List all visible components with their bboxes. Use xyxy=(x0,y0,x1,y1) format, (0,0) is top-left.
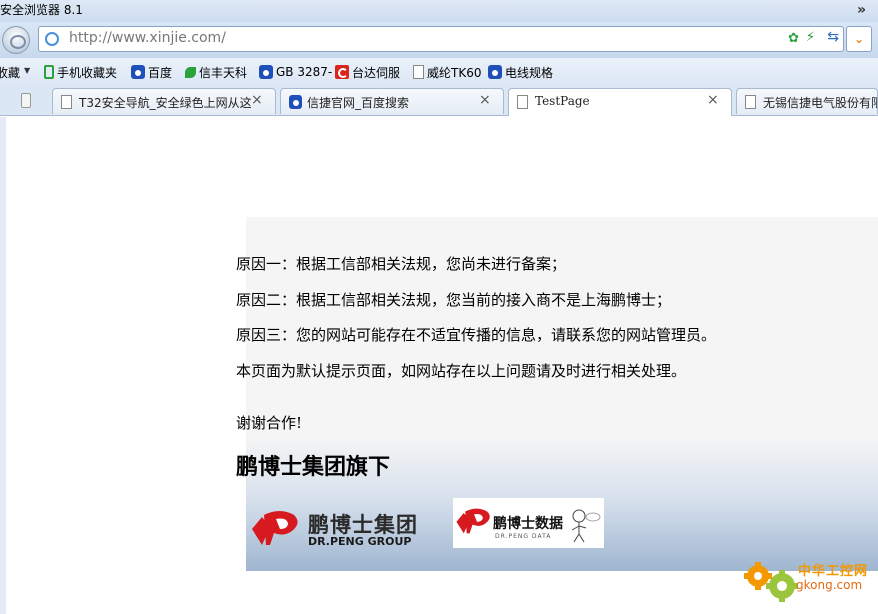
reason-two: 原因二：根据工信部相关法规，您当前的接入商不是上海鹏博士； xyxy=(236,291,672,309)
favorite-item[interactable]: 百度 xyxy=(131,64,172,80)
gear-icon xyxy=(744,562,798,602)
tab-xinje-baidu-search[interactable]: 信捷官网_百度搜索 × xyxy=(280,88,504,114)
gkong-watermark: 中华工控网 gkong.com xyxy=(742,556,872,606)
drpeng-data-logo: 鹏博士数据 DR.PENG DATA xyxy=(453,498,604,548)
tab-close-icon[interactable]: × xyxy=(479,92,491,108)
reason-three: 原因三：您的网站可能存在不适宜传播的信息，请联系您的网站管理员。 xyxy=(236,326,717,344)
reason-one: 原因一：根据工信部相关法规，您尚未进行备案； xyxy=(236,255,567,273)
overflow-chevron-icon[interactable]: » xyxy=(857,0,866,20)
watermark-name: 中华工控网 xyxy=(798,564,869,579)
tab-xinje-electric[interactable]: 无锡信捷电气股份有限 xyxy=(736,88,878,114)
speed-mode-icon[interactable]: ⚡ xyxy=(806,30,815,45)
phone-icon xyxy=(44,65,54,79)
c-logo-icon xyxy=(335,65,349,79)
favorite-item[interactable]: 手机收藏夹 xyxy=(44,64,117,80)
favorites-menu-label: 收藏 xyxy=(0,65,21,80)
favorites-dropdown-icon[interactable]: ▼ xyxy=(24,66,30,75)
drpeng-group-sub: DR.PENG GROUP xyxy=(308,535,412,548)
drpeng-data-sub: DR.PENG DATA xyxy=(495,533,552,540)
compatibility-toggle-icon[interactable]: ⇆ xyxy=(827,29,839,45)
address-bar[interactable]: http://www.xinjie.com/ ✿ ⚡ ⇆ xyxy=(38,26,844,52)
drpeng-data-mark-icon xyxy=(456,508,490,534)
document-icon xyxy=(745,95,756,109)
document-icon xyxy=(413,65,424,79)
document-icon xyxy=(517,95,528,109)
tab-close-icon[interactable]: × xyxy=(251,92,263,108)
tab-t32-navigation[interactable]: T32安全导航_安全绿色上网从这 × xyxy=(52,88,276,114)
refresh-icon[interactable]: ✿ xyxy=(788,31,799,46)
notice-text: 本页面为默认提示页面，如网站存在以上问题请及时进行相关处理。 xyxy=(236,362,687,380)
baidu-paw-icon xyxy=(131,65,145,79)
cartoon-figure-icon xyxy=(571,509,601,543)
tab-bar: T32安全导航_安全绿色上网从这 × 信捷官网_百度搜索 × TestPage … xyxy=(0,86,878,116)
favorite-item[interactable]: GB 3287- xyxy=(259,64,332,80)
page-left-border xyxy=(0,117,6,614)
favorite-item[interactable]: 电线规格 xyxy=(488,64,553,80)
mobile-device-icon[interactable] xyxy=(21,93,31,108)
tab-testpage[interactable]: TestPage × xyxy=(508,88,732,116)
tab-close-icon[interactable]: × xyxy=(707,92,719,108)
baidu-paw-icon xyxy=(289,95,302,109)
drpeng-data-name: 鹏博士数据 xyxy=(493,516,563,532)
navigation-bar: http://www.xinjie.com/ ✿ ⚡ ⇆ ⌄ xyxy=(0,22,878,58)
ie-page-icon xyxy=(45,32,59,46)
favorite-item[interactable]: 台达伺服 xyxy=(335,64,400,80)
drpeng-logo-mark-icon xyxy=(252,511,298,545)
favorites-bar: 收藏 ▼ 手机收藏夹 百度 信丰天科 GB 3287- 台达伺服 威纶TK60 … xyxy=(0,58,878,86)
window-title: 安全浏览器 8.1 xyxy=(0,3,83,17)
watermark-url: gkong.com xyxy=(796,578,863,592)
baidu-paw-icon xyxy=(259,65,273,79)
leaf-icon xyxy=(185,66,196,78)
favorite-item[interactable]: 信丰天科 xyxy=(185,64,247,80)
url-input[interactable]: http://www.xinjie.com/ xyxy=(69,30,226,46)
group-heading: 鹏博士集团旗下 xyxy=(236,454,391,480)
address-dropdown-chevron-icon[interactable]: ⌄ xyxy=(846,26,872,52)
baidu-paw-icon xyxy=(488,65,502,79)
document-icon xyxy=(61,95,72,109)
favorites-menu[interactable]: 收藏 xyxy=(0,64,20,80)
drpeng-group-logo: 鹏博士集团 DR.PENG GROUP xyxy=(250,507,420,551)
back-button[interactable] xyxy=(2,26,30,54)
favorite-item[interactable]: 威纶TK60 xyxy=(413,64,481,80)
thanks-text: 谢谢合作! xyxy=(236,414,303,432)
title-bar: 安全浏览器 8.1 » xyxy=(0,0,878,22)
